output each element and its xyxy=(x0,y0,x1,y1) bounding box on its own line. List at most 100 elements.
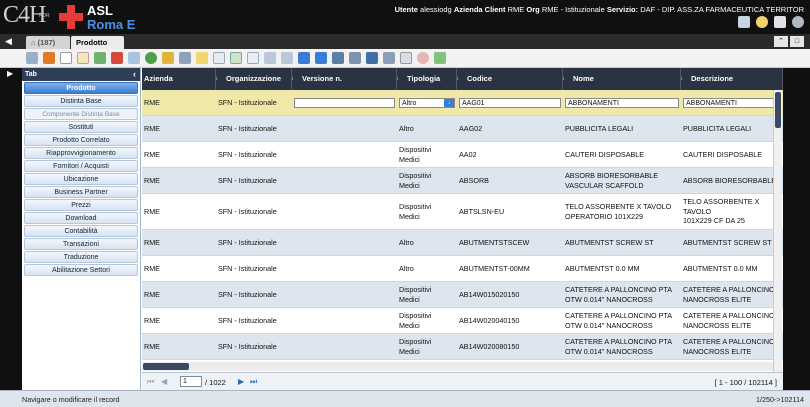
column-header-label: Versione n. xyxy=(302,74,343,83)
column-header-nome[interactable]: ↕ Nome xyxy=(563,68,681,90)
help-book-icon[interactable] xyxy=(774,16,786,28)
sort-icon[interactable]: ↕ xyxy=(397,68,399,90)
table-row[interactable]: RME SFN - Istituzionale Altro ABUTMENTST-00… xyxy=(142,256,783,282)
cell-org: SFN - Istituzionale xyxy=(218,175,277,185)
expand-right-icon[interactable]: ▶ xyxy=(7,69,13,78)
table-row[interactable]: RME SFN - Istituzionale Dispositivi Medici… xyxy=(142,194,783,230)
sort-icon[interactable]: ↕ xyxy=(292,68,294,90)
sidebar-item-sostituti[interactable]: Sostituti xyxy=(24,121,138,133)
horizontal-scrollbar[interactable] xyxy=(142,362,773,371)
servizio-label: Servizio: xyxy=(606,5,639,14)
delete-icon[interactable] xyxy=(111,52,123,64)
first-page-icon[interactable]: ⏮ xyxy=(147,377,154,387)
collapse-icon[interactable]: ⌃ xyxy=(774,36,788,47)
sort-icon[interactable]: ↕ xyxy=(563,68,565,90)
note-icon[interactable] xyxy=(196,52,208,64)
zoom-across-icon[interactable] xyxy=(366,52,378,64)
edit-field-tipologia[interactable]: Altro ↓ xyxy=(399,98,455,108)
horizontal-scroll-thumb[interactable] xyxy=(143,363,189,370)
edit-field-versione[interactable] xyxy=(294,98,395,108)
help-icon[interactable] xyxy=(43,52,55,64)
sidebar-item-prezzi[interactable]: Prezzi xyxy=(24,199,138,211)
prev-page-icon[interactable]: ◀ xyxy=(161,377,167,386)
tab-prodotto-label: Prodotto xyxy=(76,38,108,47)
cell-azienda: RME xyxy=(144,289,160,299)
next-page-icon[interactable]: ▶ xyxy=(238,377,244,386)
last-page-icon[interactable]: ⏭ xyxy=(250,377,257,387)
new-record-icon[interactable] xyxy=(60,52,72,64)
table-row[interactable]: RME SFN - Istituzionale Dispositivi Medici… xyxy=(142,168,783,194)
table-row[interactable]: RME SFN - Istituzionale Altro ABUTMENTSTSCE… xyxy=(142,230,783,256)
last-record-icon[interactable] xyxy=(315,52,327,64)
sort-icon[interactable]: ↕ xyxy=(457,68,459,90)
column-header-organizzazione[interactable]: ↕ Organizzazione xyxy=(216,68,292,90)
vertical-scrollbar[interactable] xyxy=(773,90,782,372)
edit-field-nome[interactable]: ABBONAMENTI xyxy=(565,98,679,108)
refresh-icon[interactable] xyxy=(145,52,157,64)
sidebar-item-business-partner[interactable]: Business Partner xyxy=(24,186,138,198)
sidebar-item-prodotto-correlato[interactable]: Prodotto Correlato xyxy=(24,134,138,146)
print-icon[interactable] xyxy=(349,52,361,64)
undo-icon[interactable] xyxy=(26,52,38,64)
table-row[interactable]: RME SFN - Istituzionale Dispositivi Medici… xyxy=(142,334,783,360)
column-header-codice[interactable]: ↕ Codice xyxy=(457,68,563,90)
attachment-icon[interactable] xyxy=(179,52,191,64)
red-cross-icon xyxy=(59,5,83,29)
preferences-icon[interactable] xyxy=(738,16,750,28)
page-number-input[interactable]: 1 xyxy=(180,376,202,387)
sidebar-item-riapprovvigionamento[interactable]: Riapprovvigionamento xyxy=(24,147,138,159)
sidebar-item-prodotto[interactable]: Prodotto xyxy=(24,82,138,94)
table-row-selected[interactable]: RME SFN - Istituzionale Altro ↓ AAG01 ABBONAM… xyxy=(142,90,783,116)
first-record-icon[interactable] xyxy=(264,52,276,64)
sidebar-item-transazioni[interactable]: Transazioni xyxy=(24,238,138,250)
grid-header: Azienda ↕ Organizzazione ↕ Versione n. ↕ Tipol… xyxy=(142,68,783,90)
confirm-check-icon[interactable] xyxy=(434,52,446,64)
sidebar-item-download[interactable]: Download xyxy=(24,212,138,224)
workflow-icon[interactable] xyxy=(417,52,429,64)
sidebar-item-abilitazione-settori[interactable]: Abilitazione Settori xyxy=(24,264,138,276)
column-header-tipologia[interactable]: ↕ Tipologia xyxy=(397,68,457,90)
report-icon[interactable] xyxy=(332,52,344,64)
table-row[interactable]: RME SFN - Istituzionale Dispositivi Medici… xyxy=(142,282,783,308)
total-pages: / 1022 xyxy=(205,378,226,387)
sort-icon[interactable]: ↕ xyxy=(216,68,218,90)
edit-field-codice[interactable]: AAG01 xyxy=(459,98,561,108)
column-header-descrizione[interactable]: ↕ Descrizione xyxy=(681,68,783,90)
history-icon[interactable] xyxy=(247,52,259,64)
save-new-icon[interactable] xyxy=(94,52,106,64)
sidebar-item-traduzione[interactable]: Traduzione xyxy=(24,251,138,263)
sidebar-item-ubicazione[interactable]: Ubicazione xyxy=(24,173,138,185)
sidebar-item-fornitori-acquisti[interactable]: Fornitori / Acquisti xyxy=(24,160,138,172)
logout-icon[interactable] xyxy=(792,16,804,28)
tab-home[interactable]: ⌂ (187) xyxy=(26,36,70,49)
next-record-icon[interactable] xyxy=(298,52,310,64)
sidebar-item-contabilit[interactable]: Contabilità xyxy=(24,225,138,237)
column-header-azienda[interactable]: Azienda xyxy=(142,68,216,90)
request-icon[interactable] xyxy=(400,52,412,64)
column-header-versione-n[interactable]: ↕ Versione n. xyxy=(292,68,397,90)
save-icon[interactable] xyxy=(128,52,140,64)
logo: C4H FOR ASL Roma E xyxy=(3,2,143,32)
find-icon[interactable] xyxy=(162,52,174,64)
tab-prodotto[interactable]: Prodotto x xyxy=(71,36,124,61)
copy-record-icon[interactable] xyxy=(77,52,89,64)
maximize-icon[interactable]: □ xyxy=(790,36,804,47)
sort-icon[interactable]: ↕ xyxy=(681,68,683,90)
grid-toggle-icon[interactable] xyxy=(230,52,242,64)
table-row[interactable]: RME SFN - Istituzionale Dispositivi Medici… xyxy=(142,142,783,168)
dropdown-arrow-icon[interactable]: ↓ xyxy=(444,99,454,107)
servizio-value: DAF - DIP. ASS.ZA FARMACEUTICA TERRITOR xyxy=(640,5,804,14)
table-row[interactable]: RME SFN - Istituzionale Altro AAG02 PUBBLICI… xyxy=(142,116,783,142)
collapse-sidebar-icon[interactable]: ‹ xyxy=(133,68,136,81)
previous-record-icon[interactable] xyxy=(281,52,293,64)
vertical-scroll-thumb[interactable] xyxy=(775,92,781,128)
tab-scroll-left-icon[interactable]: ◀ xyxy=(5,36,12,47)
cell-azienda: RME xyxy=(144,175,160,185)
chat-icon[interactable] xyxy=(213,52,225,64)
edit-field-descrizione[interactable]: ABBONAMENTI xyxy=(683,98,781,108)
lightbulb-icon[interactable] xyxy=(756,16,768,28)
archive-icon[interactable] xyxy=(383,52,395,64)
sidebar-item-componente-distinta-base[interactable]: Componente Distinta Base xyxy=(24,108,138,120)
table-row[interactable]: RME SFN - Istituzionale Dispositivi Medici… xyxy=(142,308,783,334)
sidebar-item-distinta-base[interactable]: Distinta Base xyxy=(24,95,138,107)
